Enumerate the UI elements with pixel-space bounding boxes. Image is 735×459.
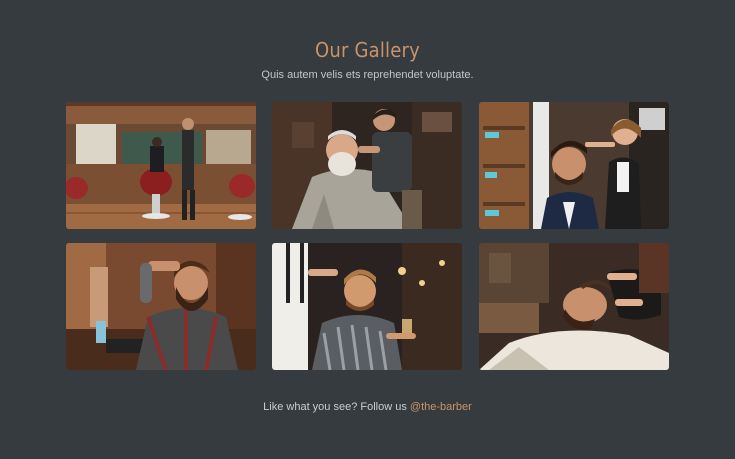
instagram-handle-link[interactable]: @the-barber (410, 401, 472, 413)
hair-wash-illustration (479, 243, 669, 370)
gallery-image-hair-wash[interactable] (479, 243, 669, 370)
haircut-illustration (272, 243, 462, 370)
barbershop-interior-illustration (66, 102, 256, 229)
gallery-image-beard-trim[interactable] (272, 102, 462, 229)
gallery-image-bearded-man[interactable] (66, 243, 256, 370)
gallery-image-haircut[interactable] (272, 243, 462, 370)
follow-us-text: Like what you see? Follow us (263, 401, 410, 413)
gallery-title: Our Gallery (315, 38, 420, 62)
follow-us-footer: Like what you see? Follow us @the-barber (0, 401, 735, 413)
hair-styling-illustration (479, 102, 669, 229)
bearded-man-illustration (66, 243, 256, 370)
gallery-subtitle: Quis autem velis ets reprehendet volupta… (261, 69, 474, 81)
gallery-image-hair-styling[interactable] (479, 102, 669, 229)
beard-trim-illustration (272, 102, 462, 229)
gallery-image-barbershop-interior[interactable] (66, 102, 256, 229)
